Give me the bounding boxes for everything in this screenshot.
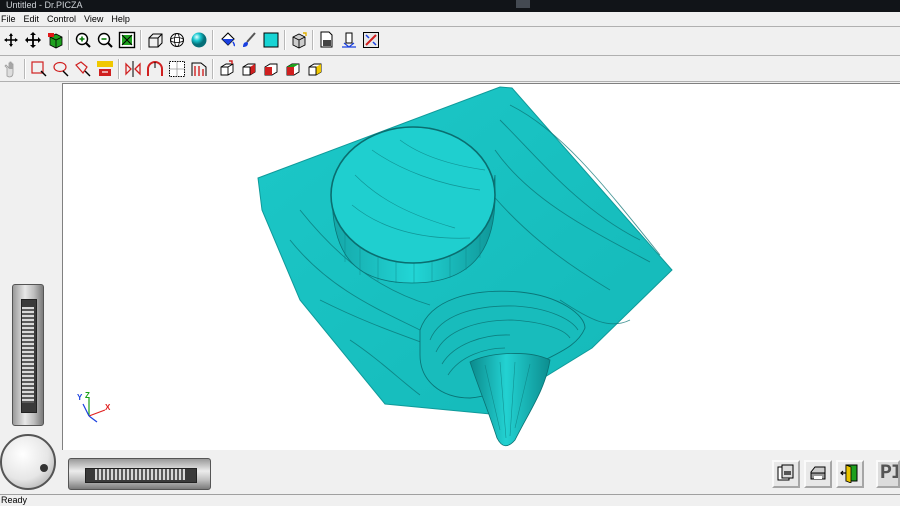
divider bbox=[0, 81, 900, 82]
horizontal-rotation-slider[interactable] bbox=[68, 458, 211, 490]
toolbar-separator bbox=[210, 29, 216, 51]
toolbar-separator bbox=[310, 29, 316, 51]
color-swatch-icon[interactable] bbox=[260, 29, 282, 51]
printer-icon bbox=[808, 463, 828, 486]
cube-view-5-icon[interactable] bbox=[304, 58, 326, 80]
wireframe-sphere-icon[interactable] bbox=[166, 29, 188, 51]
solid-cube-icon[interactable] bbox=[288, 29, 310, 51]
axes-indicator: Y Z X bbox=[77, 390, 117, 426]
status-text: Ready bbox=[1, 495, 28, 505]
exit-button[interactable] bbox=[836, 460, 864, 488]
zoom-out-icon[interactable] bbox=[94, 29, 116, 51]
slice-icon[interactable] bbox=[188, 58, 210, 80]
zoom-fit-icon[interactable] bbox=[116, 29, 138, 51]
wireframe-cube-icon[interactable] bbox=[144, 29, 166, 51]
print-preview-button[interactable] bbox=[772, 460, 800, 488]
toolbar-separator bbox=[282, 29, 288, 51]
scan-tower-icon[interactable] bbox=[338, 29, 360, 51]
toolbar-separator bbox=[138, 29, 144, 51]
status-bar: Ready bbox=[0, 494, 900, 506]
menu-control[interactable]: Control bbox=[46, 14, 81, 24]
brand-tab-label: PI bbox=[880, 462, 900, 485]
zoom-in-icon[interactable] bbox=[72, 29, 94, 51]
window-title: Untitled - Dr.PICZA bbox=[6, 0, 83, 10]
menu-help[interactable]: Help bbox=[110, 14, 135, 24]
scan-doc-icon[interactable] bbox=[316, 29, 338, 51]
arch-icon[interactable] bbox=[144, 58, 166, 80]
axis-x-label: X bbox=[105, 403, 111, 412]
main-toolbar bbox=[0, 27, 382, 53]
axis-y-label: Y bbox=[77, 393, 83, 402]
toolbar-separator bbox=[22, 58, 28, 80]
print-button[interactable] bbox=[804, 460, 832, 488]
mirror-icon[interactable] bbox=[122, 58, 144, 80]
rotate-arrows-icon[interactable] bbox=[0, 29, 22, 51]
grid-box-icon[interactable] bbox=[166, 58, 188, 80]
scale-icon[interactable] bbox=[94, 58, 116, 80]
brand-tab: PI bbox=[876, 460, 900, 488]
3d-viewport[interactable]: Y Z X bbox=[62, 83, 900, 450]
hand-icon[interactable] bbox=[0, 58, 22, 80]
print-preview-icon bbox=[776, 463, 796, 486]
cube-color-icon[interactable] bbox=[44, 29, 66, 51]
menu-view[interactable]: View bbox=[83, 14, 108, 24]
slider-thumb-ribs[interactable] bbox=[95, 469, 185, 480]
menu-edit[interactable]: Edit bbox=[23, 14, 45, 24]
select-rect-icon[interactable] bbox=[28, 58, 50, 80]
titlebar-glyph bbox=[516, 0, 530, 8]
cube-view-3-icon[interactable] bbox=[260, 58, 282, 80]
toolbar-separator bbox=[210, 58, 216, 80]
vertical-zoom-slider[interactable] bbox=[12, 284, 44, 426]
menu-bar: File Edit Control View Help bbox=[0, 12, 900, 26]
fill-bucket-icon[interactable] bbox=[216, 29, 238, 51]
slider-thumb-ribs[interactable] bbox=[22, 307, 34, 403]
title-bar: Untitled - Dr.PICZA bbox=[0, 0, 900, 12]
select-lasso-icon[interactable] bbox=[50, 58, 72, 80]
cylinder-top bbox=[330, 126, 496, 264]
select-polygon-icon[interactable] bbox=[72, 58, 94, 80]
cube-view-1-icon[interactable] bbox=[216, 58, 238, 80]
exit-door-icon bbox=[840, 463, 860, 486]
brush-icon[interactable] bbox=[238, 29, 260, 51]
toolbar-separator bbox=[116, 58, 122, 80]
model-render bbox=[257, 86, 673, 447]
shaded-sphere-icon[interactable] bbox=[188, 29, 210, 51]
settings-grid-icon[interactable] bbox=[360, 29, 382, 51]
toolbar-separator bbox=[66, 29, 72, 51]
move-cross-icon[interactable] bbox=[22, 29, 44, 51]
knob-indicator bbox=[40, 464, 48, 472]
cube-view-4-icon[interactable] bbox=[282, 58, 304, 80]
menu-file[interactable]: File bbox=[0, 14, 21, 24]
axis-z-label: Z bbox=[85, 391, 90, 400]
cube-view-2-icon[interactable] bbox=[238, 58, 260, 80]
edit-toolbar bbox=[0, 56, 326, 82]
rotation-knob[interactable] bbox=[0, 434, 56, 490]
